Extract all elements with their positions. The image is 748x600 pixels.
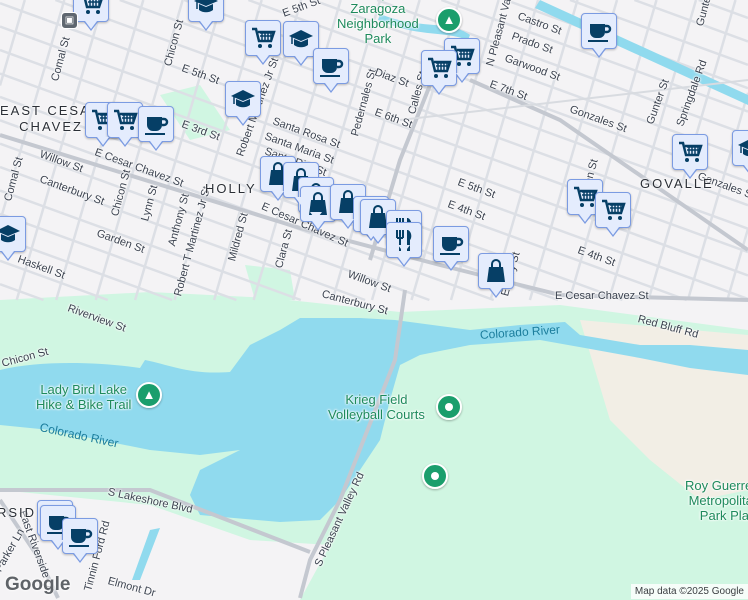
place-dot-icon [431, 472, 439, 480]
tree-icon: ▲ [442, 12, 456, 27]
park-label: Parque Zaragoza Neighborhood Park [337, 0, 419, 46]
school-marker[interactable] [225, 81, 261, 126]
park-tree-pin[interactable]: ▲ [136, 382, 162, 408]
grocery-marker[interactable] [595, 192, 631, 237]
tree-icon: ▲ [142, 387, 156, 402]
neighborhood-label: HOLLY [205, 181, 257, 196]
bus-icon[interactable]: ▣ [61, 12, 78, 29]
cafe-marker[interactable] [581, 13, 617, 58]
school-icon [231, 90, 255, 108]
place-pin[interactable] [422, 463, 448, 489]
cafe-icon [588, 24, 612, 42]
park-label: Roy Guerrero Metropolitan Park Pla [685, 478, 748, 523]
street-line [0, 0, 27, 86]
shopping-marker[interactable] [478, 253, 514, 298]
cafe-icon [145, 117, 169, 135]
street-label: E Cesar Chavez St [555, 290, 649, 302]
google-logo[interactable]: Google [5, 574, 70, 596]
cafe-marker[interactable] [62, 518, 98, 563]
park-tree-pin[interactable]: ▲ [436, 7, 462, 33]
grocery-icon [114, 109, 138, 130]
cafe-icon [69, 529, 93, 547]
school-marker[interactable] [188, 0, 224, 31]
cafe-icon [320, 59, 344, 77]
cafe-marker[interactable] [433, 226, 469, 271]
grocery-marker[interactable] [672, 134, 708, 179]
neighborhood-label: GOVALLE [640, 176, 714, 191]
grocery-marker[interactable] [245, 20, 281, 65]
grocery-icon [602, 199, 626, 220]
cafe-icon [440, 237, 464, 255]
grocery-marker[interactable] [421, 50, 457, 95]
grocery-icon [428, 57, 452, 78]
place-pin[interactable] [436, 394, 462, 420]
shopping-icon [487, 259, 505, 282]
school-icon [0, 225, 20, 243]
grocery-marker[interactable] [73, 0, 109, 31]
grocery-icon [83, 0, 103, 14]
park-label: Krieg Field Volleyball Courts [328, 392, 425, 422]
school-marker[interactable] [732, 130, 748, 175]
school-icon [738, 140, 748, 157]
park-label: Lady Bird Lake Hike & Bike Trail [36, 382, 132, 412]
grocery-icon [252, 27, 276, 48]
school-icon [289, 30, 313, 48]
cafe-marker[interactable] [313, 48, 349, 93]
place-dot-icon [445, 403, 453, 411]
map-attribution[interactable]: Map data ©2025 Google [630, 584, 748, 599]
grocery-icon [679, 141, 703, 162]
school-marker[interactable] [0, 216, 26, 261]
school-icon [194, 0, 218, 13]
cafe-marker[interactable] [138, 106, 174, 151]
